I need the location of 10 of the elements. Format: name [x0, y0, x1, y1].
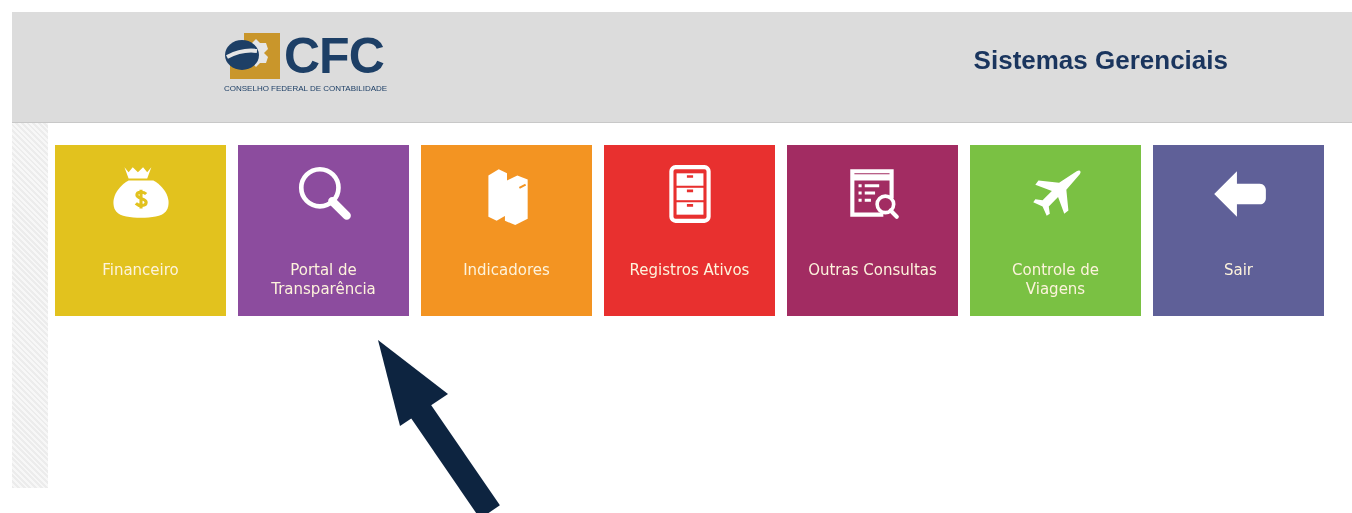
- menu-tile[interactable]: Registros Ativos: [604, 145, 775, 316]
- menu-tile[interactable]: Indicadores: [421, 145, 592, 316]
- menu-tile[interactable]: Controle de Viagens: [970, 145, 1141, 316]
- logo-text: CFC: [284, 31, 384, 81]
- logo-subtitle: CONSELHO FEDERAL DE CONTABILIDADE: [224, 84, 388, 93]
- menu-tile[interactable]: Portal de Transparência: [238, 145, 409, 316]
- page-title: Sistemas Gerenciais: [973, 44, 1228, 76]
- menu-tile[interactable]: Outras Consultas: [787, 145, 958, 316]
- menu-tile[interactable]: Sair: [1153, 145, 1324, 316]
- logo-emblem-icon: [222, 31, 282, 81]
